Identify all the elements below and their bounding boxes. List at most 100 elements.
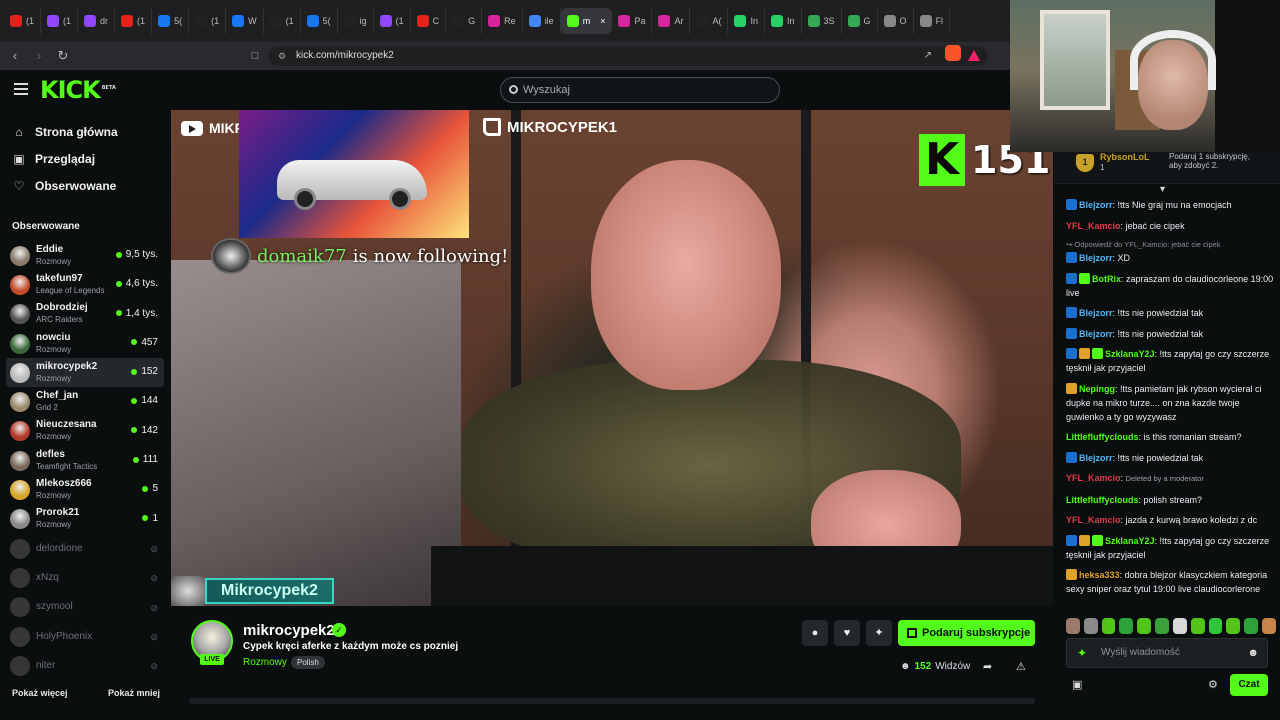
brave-rewards-icon[interactable] — [968, 50, 980, 61]
browser-tab[interactable]: Fl — [914, 8, 951, 34]
browser-tab[interactable]: C — [411, 8, 447, 34]
horizontal-scrollbar[interactable] — [189, 698, 1035, 704]
chat-username[interactable]: Blejzorr — [1079, 453, 1113, 463]
chat-username[interactable]: YFL_Kamcio — [1066, 515, 1121, 525]
browser-tab[interactable]: 5( — [301, 8, 338, 34]
brave-shields-icon[interactable] — [945, 45, 961, 61]
follow-heart-icon[interactable]: ♥ — [834, 620, 860, 646]
chat-input[interactable]: ✦ Wyślij wiadomość ☻ — [1066, 638, 1268, 668]
followed-channel[interactable]: Dobrodziej ARC Raiders 1,4 tys. — [0, 300, 170, 329]
emote-icon[interactable] — [1137, 618, 1152, 634]
followed-channel[interactable]: Chef_jan Grid 2 144 — [0, 387, 170, 416]
chat-username[interactable]: BotRix — [1092, 274, 1121, 284]
emoji-icon[interactable]: ☻ — [1247, 639, 1259, 667]
followed-channel[interactable]: Eddie Rozmowy 9,5 tys. — [0, 241, 170, 270]
video-player[interactable]: MIKR MIKROCYPEK1 domaik77 is now followi… — [171, 110, 1053, 606]
browser-tab[interactable]: m × — [560, 8, 613, 34]
browser-tab[interactable]: Pa — [612, 8, 653, 34]
report-icon[interactable]: ⚠ — [1016, 660, 1026, 673]
show-more-button[interactable]: Pokaż więcej — [12, 688, 68, 698]
offline-channel[interactable]: xNzq ⊘ — [0, 563, 170, 592]
followed-channel[interactable]: Prorok21 Rozmowy 1 — [0, 505, 170, 534]
browser-tab[interactable]: (1 — [189, 8, 227, 34]
browser-tab[interactable]: A( — [690, 8, 729, 34]
browser-tab[interactable]: (1 — [41, 8, 79, 34]
browser-tab[interactable]: G — [446, 8, 483, 34]
followed-channel[interactable]: nowciu Rozmowy 457 — [0, 329, 170, 358]
channel-name[interactable]: mikrocypek2 — [243, 622, 335, 639]
followed-channel[interactable]: Nieuczesana Rozmowy 142 — [0, 417, 170, 446]
emote-icon[interactable] — [1155, 618, 1169, 634]
chat-username[interactable]: SzklanaY2J — [1105, 349, 1155, 359]
browser-tab[interactable]: (1 — [4, 8, 42, 34]
browser-tab[interactable]: G — [842, 8, 878, 34]
emote-icon[interactable] — [1190, 618, 1205, 634]
chat-username[interactable]: Nepingg — [1079, 384, 1115, 394]
offline-channel[interactable]: szymool ⊘ — [0, 593, 170, 622]
followed-channel[interactable]: Mlekosz666 Rozmowy 5 — [0, 475, 170, 504]
chevron-down-icon[interactable]: ▾ — [1160, 184, 1165, 195]
notification-bell-icon[interactable]: ● — [802, 620, 828, 646]
store-icon[interactable]: ▣ — [1072, 678, 1082, 691]
followed-channel[interactable]: defles Teamfight Tactics 111 — [0, 446, 170, 475]
close-tab-icon[interactable]: × — [600, 16, 605, 26]
browser-tab[interactable]: ig — [338, 8, 374, 34]
site-info-icon[interactable]: ⚙ — [278, 46, 286, 66]
menu-icon[interactable] — [14, 83, 28, 95]
browser-tab[interactable]: O — [878, 8, 914, 34]
emote-icon[interactable] — [1101, 618, 1116, 634]
chat-username[interactable]: heksa333 — [1079, 570, 1120, 580]
browser-tab[interactable]: W — [226, 8, 264, 34]
kick-logo[interactable]: KICK BETA — [40, 76, 116, 104]
browser-tab[interactable]: (1 — [115, 8, 153, 34]
pinned-gift-banner[interactable]: 1 RybsonLoL 1 Podaruj 1 subskrypcję, aby… — [1054, 152, 1280, 195]
browser-tab[interactable]: Re — [482, 8, 523, 34]
emote-icon[interactable] — [1226, 618, 1241, 634]
gift-subscription-button[interactable]: Podaruj subskrypcje — [898, 620, 1035, 646]
search-input[interactable]: Wyszukaj — [500, 77, 780, 103]
sidebar-nav-item[interactable]: ♡ Obserwowane — [0, 172, 170, 199]
stream-tag[interactable]: Polish — [291, 656, 325, 669]
emote-icon[interactable] — [1208, 618, 1223, 634]
chat-username[interactable]: Blejzorr — [1079, 329, 1113, 339]
followed-channel[interactable]: mikrocypek2 Rozmowy 152 — [6, 358, 164, 388]
sidebar-nav-item[interactable]: ▣ Przeglądaj — [0, 145, 170, 172]
stream-category[interactable]: Rozmowy — [243, 657, 287, 668]
offline-channel[interactable]: delordione ⊘ — [0, 534, 170, 563]
browser-tab[interactable]: Ar — [652, 8, 691, 34]
chat-username[interactable]: SzklanaY2J — [1105, 536, 1155, 546]
offline-channel[interactable]: HolyPhoenix ⊘ — [0, 622, 170, 651]
sidebar-nav-item[interactable]: ⌂ Strona główna — [0, 118, 170, 145]
emote-icon[interactable] — [1244, 618, 1259, 634]
sparkle-icon[interactable]: ✦ — [1077, 647, 1087, 659]
chat-username[interactable]: Blejzorr — [1079, 200, 1113, 210]
emote-icon[interactable] — [1262, 618, 1276, 634]
chat-username[interactable]: Littlefluffyclouds — [1066, 432, 1139, 442]
browser-tab[interactable]: 5( — [152, 8, 190, 34]
browser-tab[interactable]: (1 — [374, 8, 411, 34]
url-field[interactable]: ⚙ kick.com/mikrocypek2 ↗ — [268, 46, 988, 66]
browser-tab[interactable]: In — [765, 8, 802, 34]
emote-icon[interactable] — [1066, 618, 1080, 634]
share-page-icon[interactable]: ↗ — [924, 46, 932, 66]
offline-channel[interactable]: niter ⊘ — [0, 651, 170, 680]
chat-username[interactable]: Littlefluffyclouds — [1066, 495, 1139, 505]
bookmark-icon[interactable]: □ — [248, 49, 262, 63]
reload-icon[interactable]: ↻ — [56, 49, 70, 63]
back-icon[interactable]: ‹ — [8, 49, 22, 63]
browser-tab[interactable]: ile — [523, 8, 561, 34]
gear-icon[interactable]: ⚙ — [1208, 678, 1218, 691]
forward-icon[interactable]: › — [32, 49, 46, 63]
clip-icon[interactable]: ✦ — [866, 620, 892, 646]
chat-username[interactable]: Blejzorr — [1079, 308, 1113, 318]
show-less-button[interactable]: Pokaż mniej — [108, 688, 160, 698]
browser-tab[interactable]: In — [728, 8, 765, 34]
followed-channel[interactable]: takefun97 League of Legends 4,6 tys. — [0, 270, 170, 299]
chat-username[interactable]: Blejzorr — [1079, 253, 1113, 263]
chat-username[interactable]: YFL_Kamcio — [1066, 221, 1121, 231]
browser-tab[interactable]: (1 — [264, 8, 301, 34]
share-icon[interactable]: ➦ — [983, 660, 992, 673]
chat-username[interactable]: YFL_Kamcio — [1066, 473, 1121, 483]
browser-tab[interactable]: 3S — [802, 8, 842, 34]
emote-icon[interactable] — [1119, 618, 1134, 634]
